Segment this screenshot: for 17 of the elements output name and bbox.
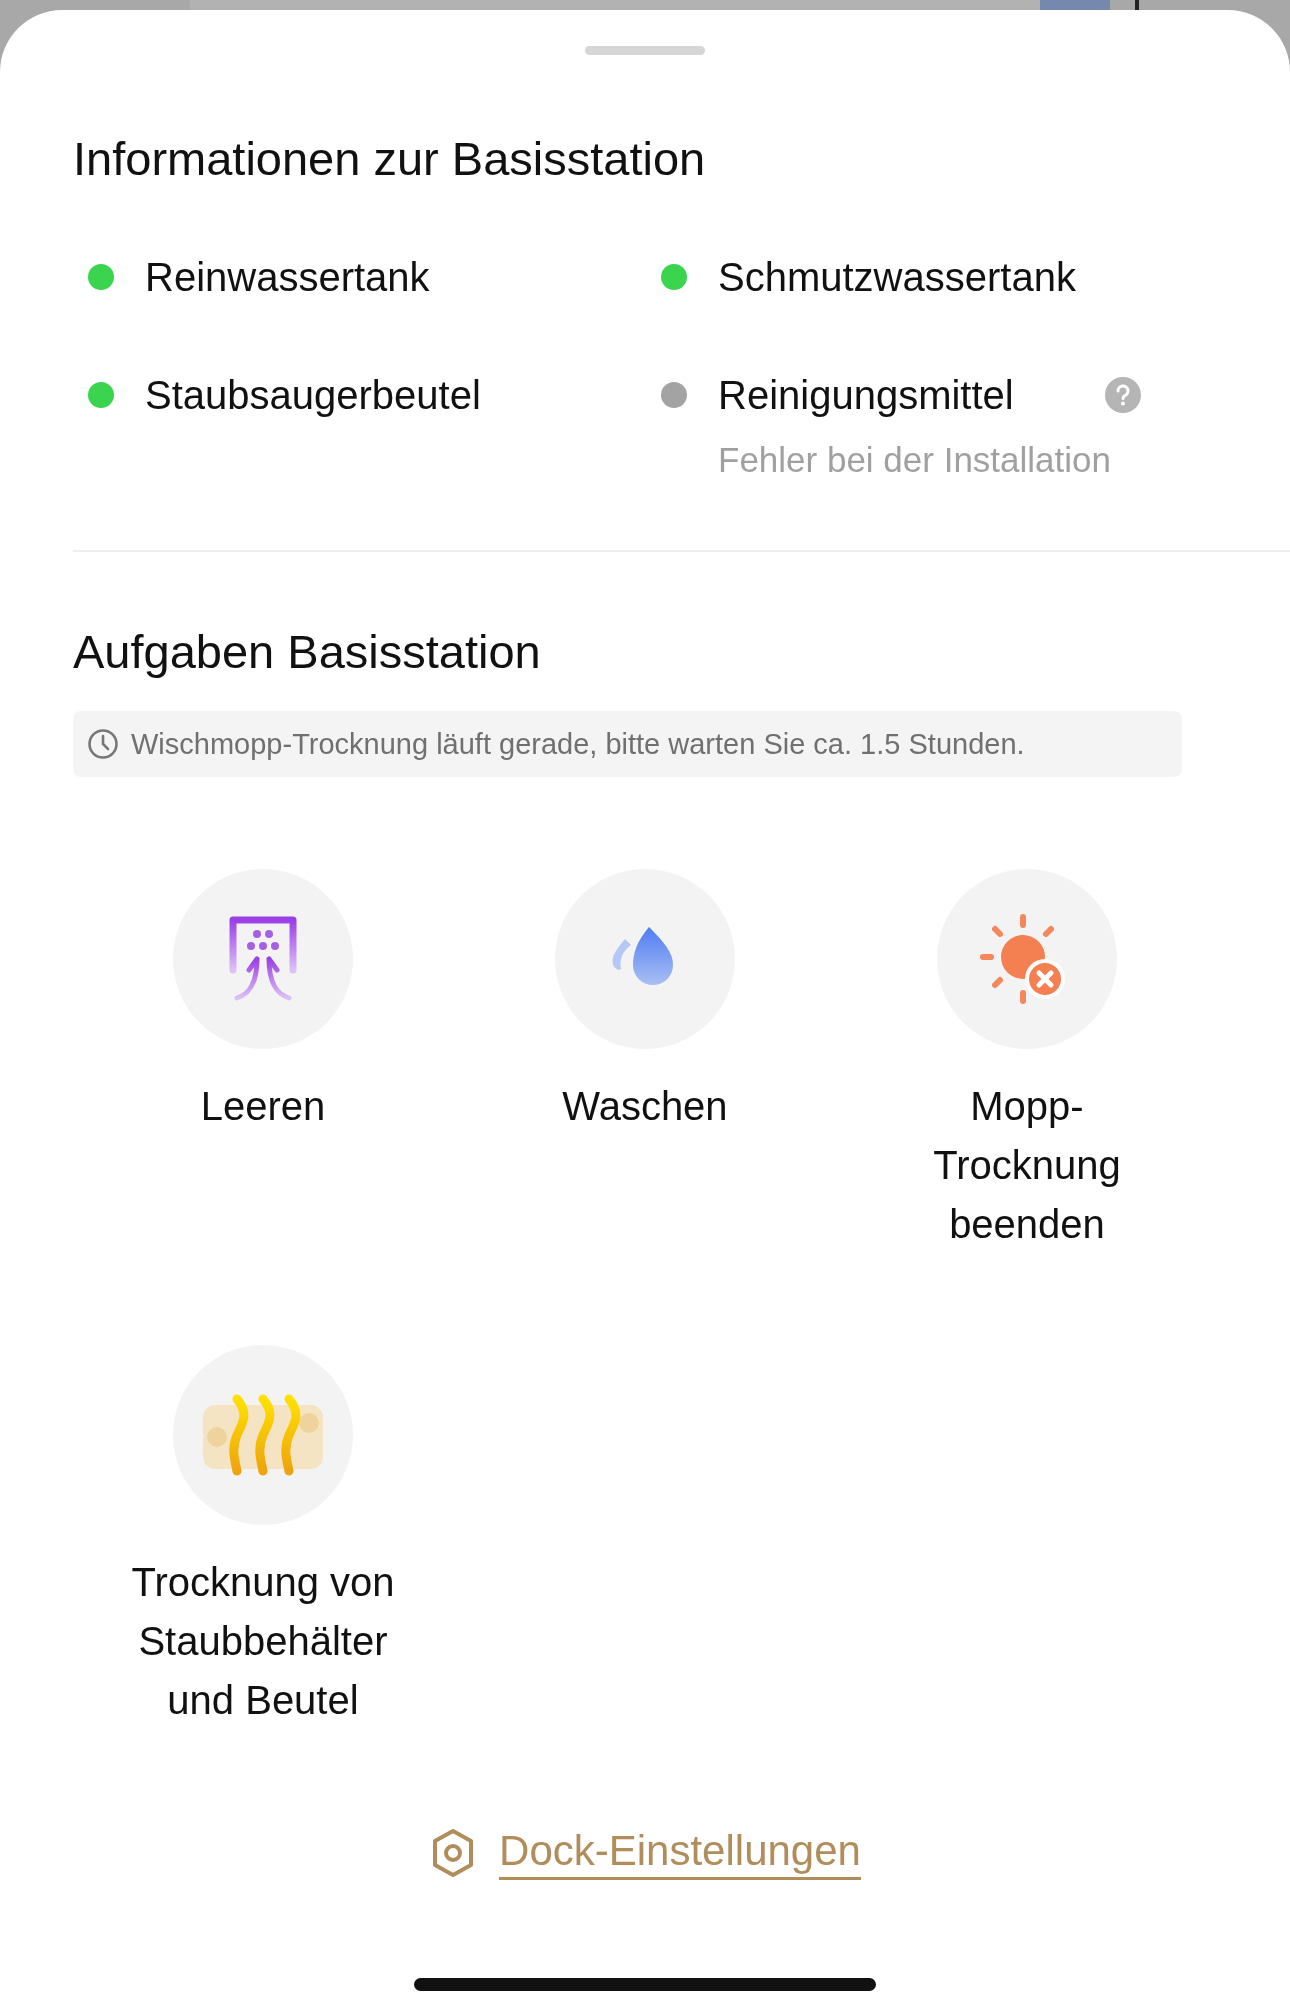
task-button[interactable]: Leeren <box>72 869 454 1255</box>
section-title: Informationen zur Basisstation <box>73 133 707 185</box>
notice-text: Wischmopp-Trocknung läuft gerade, bitte warten Sie ca. 1.5 Stunden. <box>131 727 1025 761</box>
status-note: Fehler bei der Installation <box>718 438 1112 481</box>
help-icon[interactable] <box>1103 375 1142 414</box>
heat-waves-icon <box>203 1393 323 1478</box>
home-indicator[interactable] <box>414 1978 876 1991</box>
task-button[interactable]: Mopp- Trocknung beenden <box>836 869 1218 1255</box>
task-button[interactable]: Waschen <box>454 869 836 1255</box>
section-title: Aufgaben Basisstation <box>73 625 542 678</box>
status-label: Staubsaugerbeutel <box>145 371 481 419</box>
status-label: Schmutzwassertank <box>718 253 1076 301</box>
drag-handle[interactable] <box>585 46 705 55</box>
status-label: Reinigungsmittel <box>718 371 1014 419</box>
clock-icon <box>87 728 119 761</box>
status-label: Reinwassertank <box>145 253 430 301</box>
task-button[interactable]: Trocknung von Staubbehälter und Beutel <box>72 1345 454 1731</box>
